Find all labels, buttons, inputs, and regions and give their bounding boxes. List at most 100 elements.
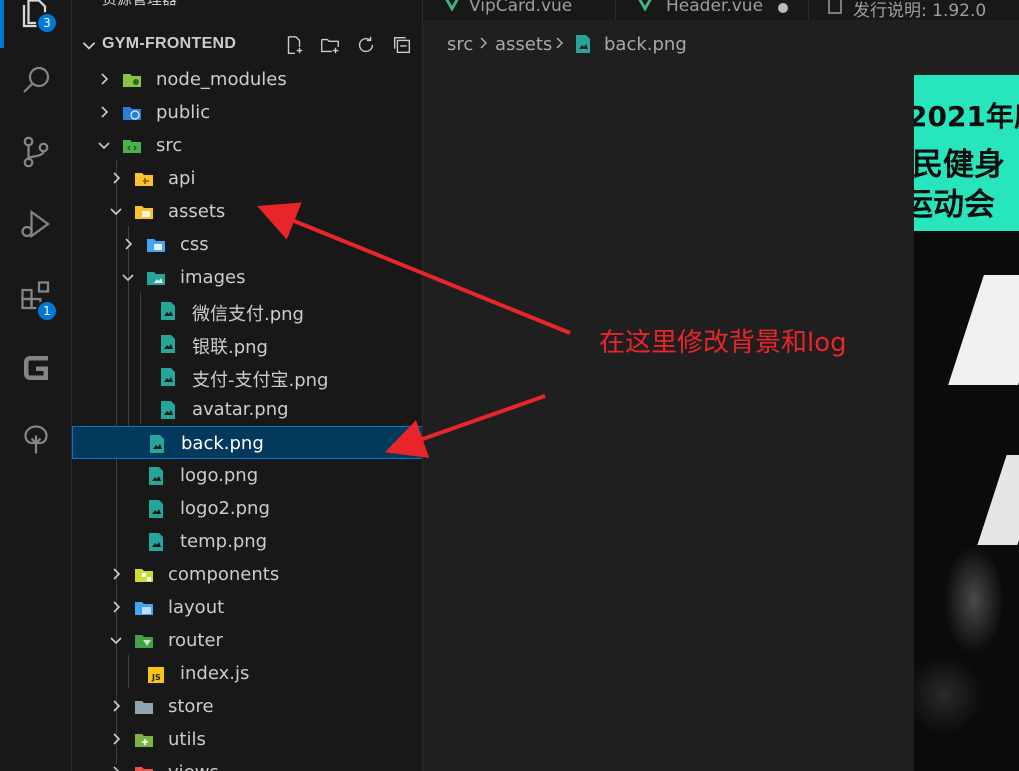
new-file-button[interactable] (280, 32, 308, 58)
file-row[interactable]: logo2.png (72, 492, 422, 525)
explorer-button[interactable]: 3 (0, 0, 72, 46)
source-control-button[interactable] (0, 124, 72, 184)
components-folder-icon (135, 569, 153, 582)
collapse-all-icon (393, 36, 411, 54)
css-folder-icon (147, 239, 165, 252)
tree-item-label: utils (168, 729, 206, 750)
image-file-icon (576, 35, 590, 53)
tab-release-notes[interactable]: 发行说明: 1.92.0 (809, 0, 1019, 20)
image-file-icon (150, 435, 164, 453)
vue-icon (445, 0, 459, 12)
search-icon (18, 62, 54, 102)
tree-item-label: css (180, 234, 209, 255)
poster-text: 民健身 (914, 147, 1005, 183)
tree-item-label: api (168, 168, 196, 189)
svg-text:JS: JS (151, 673, 161, 682)
src-folder-icon (123, 140, 141, 153)
chevron-right-icon (113, 601, 121, 613)
folder-row[interactable]: public (72, 96, 422, 129)
file-row[interactable]: JS index.js (72, 657, 422, 690)
tree-view-button[interactable] (0, 412, 72, 472)
image-file-icon (161, 302, 175, 320)
new-folder-icon (321, 38, 339, 54)
folder-row[interactable]: router (72, 624, 422, 657)
chevron-right-icon (556, 37, 564, 49)
image-preview[interactable]: 2021年度 民健身 运动会 (914, 75, 1019, 771)
chevron-right-icon (125, 238, 133, 250)
file-row[interactable]: avatar.png (72, 393, 422, 426)
folder-row[interactable]: components (72, 558, 422, 591)
modified-dot-icon[interactable] (778, 3, 788, 13)
folder-row[interactable]: node_modules (72, 63, 422, 96)
image-file-icon (149, 467, 163, 485)
globe-folder-icon (123, 107, 141, 120)
chevron-down-icon (110, 208, 122, 216)
breadcrumb: src assets back.png (423, 20, 1019, 70)
file-row[interactable]: back.png (72, 426, 422, 459)
tab-label: Header.vue (666, 0, 764, 16)
collapse-all-button[interactable] (388, 32, 416, 58)
tree-item-label: node_modules (156, 69, 287, 90)
tree-item-label: index.js (180, 663, 250, 684)
file-row[interactable]: 微信支付.png (72, 294, 422, 327)
chevron-down-icon (122, 274, 134, 282)
folder-row[interactable]: src (72, 129, 422, 162)
poster-shape (944, 545, 1004, 655)
tree-item-label: logo.png (180, 465, 259, 486)
sidebar-title: 资源管理器 (102, 0, 177, 9)
gitee-button[interactable] (0, 340, 72, 400)
chevron-right-icon (101, 106, 109, 118)
chevron-right-icon (113, 568, 121, 580)
image-file-icon (161, 335, 175, 353)
tree-item-label: logo2.png (180, 498, 270, 519)
poster-header: 2021年度 民健身 运动会 (914, 75, 1019, 231)
tree-item-label: router (168, 630, 223, 651)
tab-label: 发行说明: 1.92.0 (853, 1, 987, 20)
project-section-header[interactable]: GYM-FRONTEND (72, 28, 422, 61)
image-file-icon (149, 500, 163, 518)
more-actions-button[interactable]: ··· (372, 0, 392, 7)
folder-row[interactable]: store (72, 690, 422, 723)
chevron-right-icon (480, 37, 488, 49)
chevron-right-icon (113, 733, 121, 745)
extensions-button[interactable]: 1 (0, 268, 72, 328)
image-file-icon (161, 401, 175, 419)
file-row[interactable]: 银联.png (72, 327, 422, 360)
tree-item-label: layout (168, 597, 225, 618)
folder-row[interactable]: assets (72, 195, 422, 228)
search-button[interactable] (0, 52, 72, 112)
breadcrumb-src[interactable]: src (447, 34, 473, 55)
file-row[interactable]: logo.png (72, 459, 422, 492)
refresh-button[interactable] (352, 32, 380, 58)
source-control-icon (18, 134, 54, 174)
chevron-right-icon (113, 700, 121, 712)
new-folder-button[interactable] (316, 32, 344, 58)
annotation-text: 在这里修改背景和log (599, 328, 847, 358)
tab-header[interactable]: Header.vue (616, 0, 809, 20)
tree-item-label: images (180, 267, 246, 288)
poster-glyph (977, 455, 1019, 545)
run-debug-button[interactable] (0, 196, 72, 256)
tree-icon (18, 422, 54, 462)
tab-vipcard[interactable]: VipCard.vue (423, 0, 616, 20)
folder-row[interactable]: api (72, 162, 422, 195)
chevron-right-icon (113, 172, 121, 184)
folder-row[interactable]: views (72, 756, 422, 771)
refresh-icon (358, 36, 374, 53)
poster-text: 运动会 (914, 187, 995, 223)
chevron-down-icon (98, 142, 110, 150)
extensions-badge: 1 (36, 300, 58, 322)
file-row[interactable]: 支付-支付宝.png (72, 360, 422, 393)
folder-row[interactable]: utils (72, 723, 422, 756)
tree-item-label: store (168, 696, 214, 717)
file-row[interactable]: temp.png (72, 525, 422, 558)
js-file-icon: JS (148, 667, 164, 683)
breadcrumb-assets[interactable]: assets (495, 34, 552, 55)
tree-item-label: back.png (181, 433, 264, 454)
breadcrumb-file[interactable]: back.png (604, 34, 687, 55)
folder-row[interactable]: images (72, 261, 422, 294)
folder-row[interactable]: layout (72, 591, 422, 624)
folder-row[interactable]: css (72, 228, 422, 261)
tree-item-label: views (168, 762, 219, 771)
tree-item-label: temp.png (180, 531, 268, 552)
